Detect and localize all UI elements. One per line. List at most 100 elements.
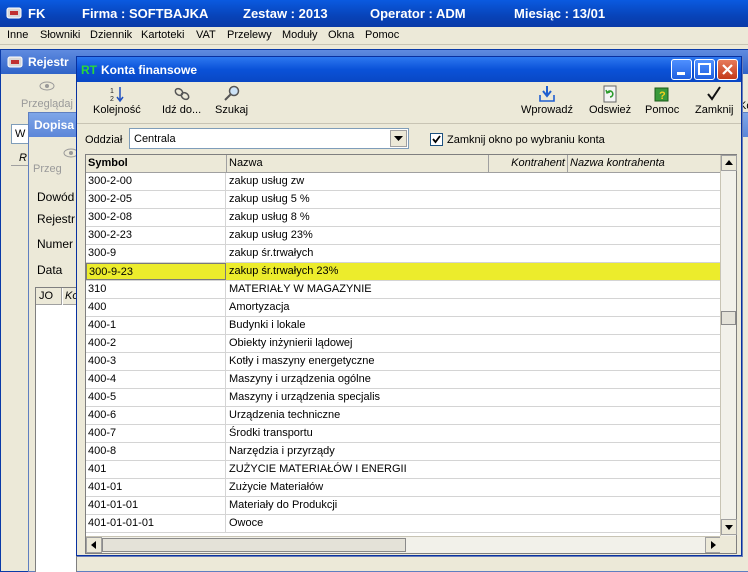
table-row[interactable]: 300-2-08 zakup usług 8 % — [86, 209, 721, 227]
close-after-select-label[interactable]: Zamknij okno po wybraniu konta — [447, 134, 605, 146]
table-row[interactable]: 400 Amortyzacja — [86, 299, 721, 317]
scroll-corner — [720, 536, 736, 553]
column-name[interactable]: Nazwa — [227, 155, 489, 173]
row-symbol: 401-01 — [86, 479, 226, 496]
branch-label: Oddział — [85, 134, 123, 146]
row-name: Kotły i maszyny energetyczne — [229, 355, 375, 367]
close-button[interactable]: Zamknij — [695, 85, 734, 116]
table-row[interactable]: 401-01-01 Materiały do Produkcji — [86, 497, 721, 515]
app-icon — [6, 7, 22, 19]
app-name: FK — [28, 6, 46, 21]
row-symbol: 300-9 — [86, 245, 226, 262]
minimize-icon — [677, 72, 685, 75]
table-row[interactable]: 310 MATERIAŁY W MAGAZYNIE — [86, 281, 721, 299]
row-symbol: 300-2-23 — [86, 227, 226, 244]
grid-rows: 300-2-00 zakup usług zw 300-2-05 zakup usłu… — [86, 173, 721, 534]
row-name: Owoce — [229, 517, 264, 529]
checkmark-icon — [707, 86, 722, 101]
table-row[interactable]: 401-01-01-01 Owoce — [86, 515, 721, 533]
arrow-down-icon — [725, 525, 733, 530]
row-symbol: 400-2 — [86, 335, 226, 352]
close-after-select-checkbox[interactable] — [430, 133, 443, 146]
column-contractor[interactable]: Kontrahent — [489, 155, 568, 173]
table-row[interactable]: 400-5 Maszyny i urządzenia specjalis — [86, 389, 721, 407]
row-name: zakup usług 23% — [229, 229, 313, 241]
menu-item-inne[interactable]: Inne — [7, 29, 28, 41]
branch-select[interactable]: Centrala — [129, 128, 409, 149]
scroll-left-button[interactable] — [86, 537, 102, 553]
table-row[interactable]: 400-7 Środki transportu — [86, 425, 721, 443]
row-name: zakup śr.trwałych — [229, 247, 314, 259]
month-label: Miesiąc : 13/01 — [514, 6, 606, 21]
table-row[interactable]: 401 ZUŻYCIE MATERIAŁÓW I ENERGII — [86, 461, 721, 479]
help-button[interactable]: ? Pomoc — [645, 85, 679, 116]
menu-item-przelewy[interactable]: Przelewy — [227, 29, 272, 41]
scroll-right-button[interactable] — [705, 537, 721, 553]
row-symbol: 300-2-00 — [86, 173, 226, 190]
menu-item-okna[interactable]: Okna — [328, 29, 354, 41]
table-row[interactable]: 300-2-23 zakup usług 23% — [86, 227, 721, 245]
menu-item-slowniki[interactable]: Słowniki — [40, 29, 80, 41]
row-name: Amortyzacja — [229, 301, 290, 313]
arrow-up-icon — [725, 160, 733, 165]
table-row[interactable]: 300-9-23 zakup śr.trwałych 23% — [86, 263, 721, 281]
sort-button[interactable]: 12 Kolejność — [93, 85, 141, 116]
menu-bar: Inne Słowniki Dziennik Kartoteki VAT Prz… — [0, 27, 748, 45]
vertical-scrollbar[interactable] — [720, 155, 737, 536]
row-name: zakup usług zw — [229, 175, 305, 187]
row-symbol: 400-1 — [86, 317, 226, 334]
maximize-button[interactable] — [694, 59, 715, 80]
grid-header: Symbol Nazwa Kontrahent Nazwa kontrahent… — [86, 155, 721, 173]
menu-item-moduly[interactable]: Moduły — [282, 29, 317, 41]
row-name: Zużycie Materiałów — [229, 481, 324, 493]
import-icon — [539, 86, 555, 102]
table-row[interactable]: 401-01 Zużycie Materiałów — [86, 479, 721, 497]
branch-select-button[interactable] — [390, 130, 407, 147]
row-name: Narzędzia i przyrządy — [229, 445, 335, 457]
label-rejestr: Rejestr — [37, 212, 76, 226]
menu-item-kartoteki[interactable]: Kartoteki — [141, 29, 184, 41]
table-row[interactable]: 300-9 zakup śr.trwałych — [86, 245, 721, 263]
table-row[interactable]: 400-4 Maszyny i urządzenia ogólne — [86, 371, 721, 389]
checkmark-icon — [432, 135, 441, 144]
table-row[interactable]: 400-8 Narzędzia i przyrządy — [86, 443, 721, 461]
row-symbol: 400 — [86, 299, 226, 316]
application: FK Firma : SOFTBAJKA Zestaw : 2013 Opera… — [0, 0, 748, 572]
table-row[interactable]: 400-2 Obiekty inżynierii lądowej — [86, 335, 721, 353]
menu-item-pomoc[interactable]: Pomoc — [365, 29, 399, 41]
refresh-button[interactable]: Odswież — [589, 85, 631, 116]
vertical-scroll-thumb[interactable] — [721, 311, 736, 325]
arrow-right-icon — [711, 541, 716, 549]
arrow-left-icon — [91, 541, 96, 549]
main-title-bar: FK Firma : SOFTBAJKA Zestaw : 2013 Opera… — [0, 0, 748, 27]
table-row[interactable]: 300-2-05 zakup usług 5 % — [86, 191, 721, 209]
table-row[interactable]: 400-1 Budynki i lokale — [86, 317, 721, 335]
help-label: Pomoc — [645, 104, 680, 116]
column-symbol[interactable]: Symbol — [86, 155, 227, 173]
table-row[interactable]: 300-2-00 zakup usług zw — [86, 173, 721, 191]
refresh-label: Odswież — [589, 104, 632, 116]
row-symbol: 300-9-23 — [86, 263, 226, 280]
scroll-down-button[interactable] — [721, 519, 737, 535]
row-name: Urządzenia techniczne — [229, 409, 341, 421]
entry-browse-button[interactable]: Przeg — [33, 163, 62, 175]
enter-button[interactable]: Wprowadź — [521, 85, 573, 116]
table-row[interactable]: 400-6 Urządzenia techniczne — [86, 407, 721, 425]
menu-item-vat[interactable]: VAT — [196, 29, 216, 41]
minimize-button[interactable] — [671, 59, 692, 80]
scroll-up-button[interactable] — [721, 155, 737, 171]
horizontal-scrollbar[interactable] — [86, 536, 721, 553]
register-window-title: Rejestr — [28, 55, 69, 69]
column-contractor-name[interactable]: Nazwa kontrahenta — [568, 155, 721, 173]
row-symbol: 400-3 — [86, 353, 226, 370]
goto-button[interactable]: Idź do... — [162, 85, 201, 116]
browse-button[interactable]: Przeglądaj — [21, 98, 73, 110]
menu-item-dziennik[interactable]: Dziennik — [90, 29, 132, 41]
row-name: ZUŻYCIE MATERIAŁÓW I ENERGII — [229, 463, 407, 475]
table-row[interactable]: 400-3 Kotły i maszyny energetyczne — [86, 353, 721, 371]
horizontal-scroll-thumb[interactable] — [102, 538, 406, 552]
close-window-button[interactable] — [717, 59, 738, 80]
label-data: Data — [37, 263, 63, 277]
search-label: Szukaj — [215, 104, 249, 116]
search-button[interactable]: Szukaj — [215, 85, 248, 116]
